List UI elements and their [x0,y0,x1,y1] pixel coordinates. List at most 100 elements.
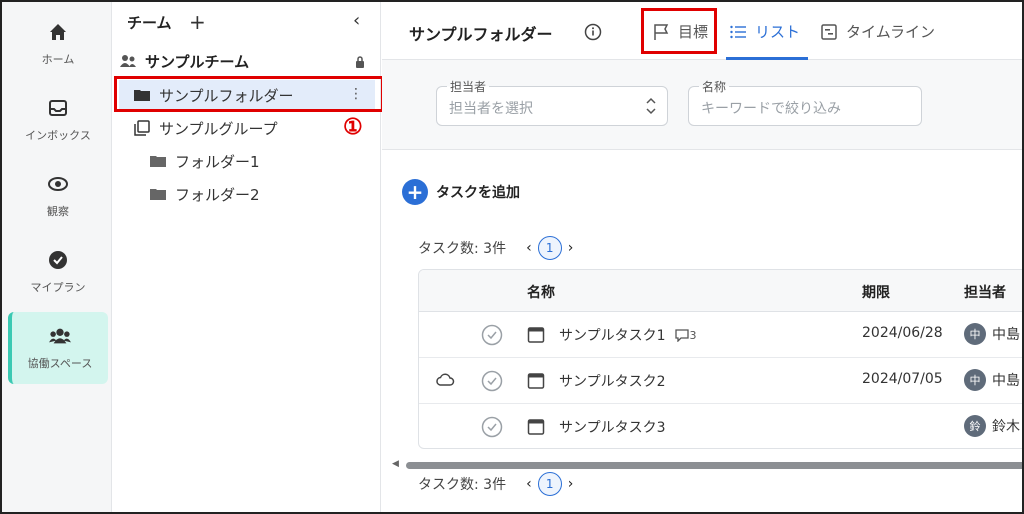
folder-icon [149,152,167,170]
task-icon [527,372,545,390]
rail-label: 観察 [47,205,69,218]
next-page-button[interactable]: › [562,240,580,256]
add-task-label: タスクを追加 [436,185,520,201]
group-icon [133,119,151,137]
folder-icon [149,185,167,203]
prev-page-button[interactable]: ‹ [520,240,538,256]
eye-icon [47,173,69,195]
rail-label: ホーム [41,53,75,66]
assignee-select[interactable]: 担当者 担当者を選択 [436,78,668,126]
lock-icon [355,54,365,68]
collapse-panel-button[interactable]: ‹ [353,10,360,31]
table-row[interactable]: サンプルタスク1 3 2024/06/28 中 中島 [419,312,1022,358]
rail-item-watch[interactable]: 観察 [8,160,108,232]
home-icon [47,21,69,43]
field-label: 名称 [699,78,730,95]
team-tree-panel: チーム + ‹ サンプルチーム サンプルフォルダー ⋮ ① サンプルグループ フ… [113,2,384,512]
rail-label: マイプラン [30,281,86,294]
tree-item-label: フォルダー1 [175,152,260,171]
task-icon [527,418,545,436]
scroll-left-icon[interactable]: ◀ [392,459,399,469]
pagination: ‹ 1 › [520,236,579,260]
task-icon [527,326,545,344]
assignee-cell: 中 中島 [964,369,1020,391]
horizontal-scrollbar[interactable]: ◀ [392,459,1022,470]
comment-indicator[interactable]: 3 [674,328,697,342]
tab-label: リスト [755,23,801,41]
rail-item-inbox[interactable]: インボックス [8,84,108,156]
tree-item-group[interactable]: サンプルグループ [119,113,375,143]
chevron-updown-icon [645,96,657,116]
tree-item-label: フォルダー2 [175,185,260,204]
list-icon [729,23,747,41]
tree-item-team[interactable]: サンプルチーム [119,46,375,76]
info-icon[interactable] [584,23,602,41]
assignee-name: 中島 [992,327,1020,343]
page-number[interactable]: 1 [537,472,562,496]
task-count-row-bottom: タスク数: 3件 ‹ 1 › [418,472,579,496]
table-header: 名称 期限 担当者 [419,270,1022,312]
next-page-button[interactable]: › [562,476,580,492]
scrollbar-thumb[interactable] [406,462,1022,469]
tree-item-folder-1[interactable]: フォルダー1 [119,146,375,176]
column-header-due[interactable]: 期限 [862,282,890,302]
task-count-row-top: タスク数: 3件 ‹ 1 › [418,236,579,260]
annotation-box-1 [114,76,384,112]
task-count: タスク数: 3件 [418,477,507,493]
assignee-cell: 鈴 鈴木 [964,415,1020,437]
avatar: 鈴 [964,415,986,437]
team-icon [119,52,137,70]
task-count: タスク数: 3件 [418,241,507,257]
rail-item-collab-space[interactable]: 協働スペース [8,312,108,384]
main-content: サンプルフォルダー 目標 リスト タイムライン 担当者 担当者を選択 名称 キー… [382,2,1022,512]
people-icon [49,325,71,347]
due-date: 2024/07/05 [862,371,943,387]
complete-check-icon[interactable] [481,370,503,392]
app-window: ホーム インボックス 観察 マイプラン 協働スペース チーム + ‹ サンプルチ… [0,0,1024,514]
column-header-name[interactable]: 名称 [527,282,555,302]
prev-page-button[interactable]: ‹ [520,476,538,492]
table-row[interactable]: サンプルタスク2 2024/07/05 中 中島 [419,358,1022,404]
timeline-icon [820,23,838,41]
column-header-assignee[interactable]: 担当者 [964,282,1006,302]
add-task-button[interactable]: + タスクを追加 [402,179,520,205]
complete-check-icon[interactable] [481,324,503,346]
task-table: 名称 期限 担当者 サンプルタスク1 3 2024/06/28 中 中島 サンプ… [418,269,1022,449]
folder-header: サンプルフォルダー 目標 リスト タイムライン [382,2,1022,60]
tree-item-label: サンプルグループ [159,119,278,138]
name-filter-input[interactable]: 名称 キーワードで絞り込み [688,78,922,126]
field-label: 担当者 [447,78,490,95]
avatar: 中 [964,323,986,345]
field-placeholder: 担当者を選択 [449,101,533,117]
add-team-button[interactable]: + [189,10,206,34]
due-date: 2024/06/28 [862,325,943,341]
left-rail: ホーム インボックス 観察 マイプラン 協働スペース [2,2,112,512]
task-name: サンプルタスク1 [559,328,666,344]
comment-icon [674,329,689,342]
page-number[interactable]: 1 [537,236,562,260]
rail-item-home[interactable]: ホーム [8,8,108,80]
rail-item-myplan[interactable]: マイプラン [8,236,108,308]
annotation-box-2 [641,8,717,54]
complete-check-icon[interactable] [481,416,503,438]
filter-bar: 担当者 担当者を選択 名称 キーワードで絞り込み [382,60,1022,150]
rail-label: 協働スペース [27,357,93,370]
task-name-cell[interactable]: サンプルタスク1 3 [559,325,697,345]
tree-item-folder-2[interactable]: フォルダー2 [119,179,375,209]
page-title: サンプルフォルダー [409,25,553,44]
tab-label: タイムライン [846,23,935,41]
table-row[interactable]: サンプルタスク3 鈴 鈴木 [419,404,1022,448]
plus-icon: + [402,179,428,205]
avatar: 中 [964,369,986,391]
assignee-name: 中島 [992,373,1020,389]
task-name[interactable]: サンプルタスク3 [559,417,666,437]
task-name[interactable]: サンプルタスク2 [559,371,666,391]
field-placeholder: キーワードで絞り込み [701,101,841,117]
pagination: ‹ 1 › [520,472,579,496]
check-circle-icon [47,249,69,271]
tree-header: チーム [127,14,172,32]
tree-item-label: サンプルチーム [145,52,250,71]
tab-timeline[interactable]: タイムライン [820,21,935,42]
rail-label: インボックス [25,129,91,142]
tab-list[interactable]: リスト [729,21,800,42]
